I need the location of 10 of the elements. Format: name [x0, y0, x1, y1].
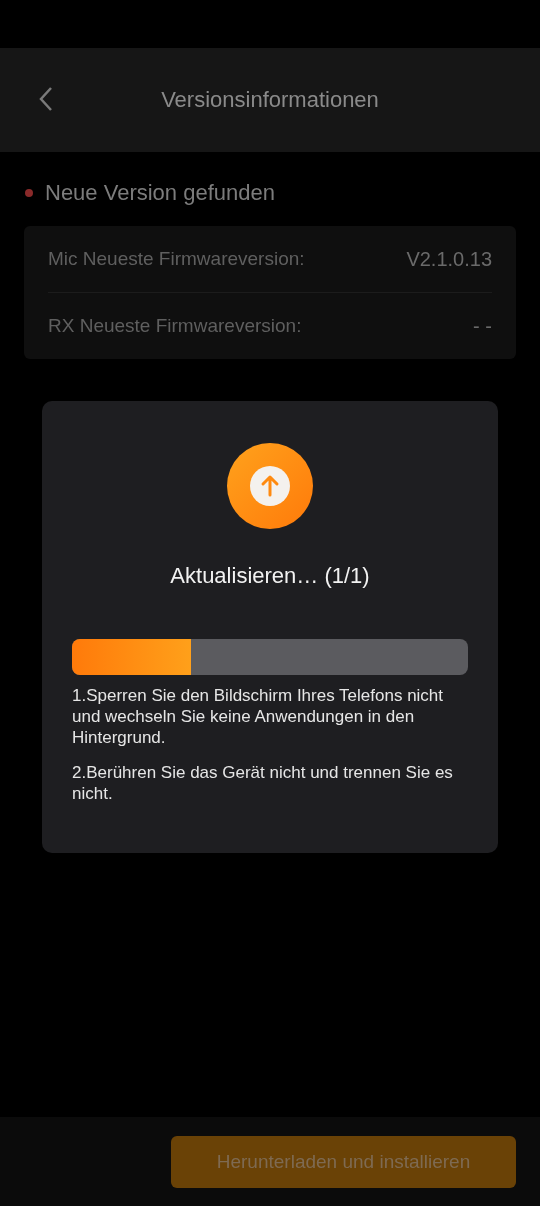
- instruction-text: 2.Berühren Sie das Gerät nicht und trennen Sie es nicht.: [72, 762, 454, 804]
- instruction-text: 1.Sperren Sie den Bildschirm Ihres Telefons nicht und wechseln Sie keine Anwendungen in den Hintergrund.: [72, 685, 445, 748]
- dialog-title: Aktualisieren… (1/1): [170, 563, 370, 589]
- version-label: RX Neueste Firmwareversion:: [48, 315, 302, 337]
- version-value: V2.1.0.13: [406, 247, 492, 271]
- page-title: Versionsinformationen: [161, 87, 379, 113]
- version-value: - -: [473, 314, 492, 338]
- back-icon: [39, 86, 53, 112]
- status-text: Neue Version gefunden: [45, 180, 275, 206]
- version-label: Mic Neueste Firmwareversion:: [48, 248, 305, 270]
